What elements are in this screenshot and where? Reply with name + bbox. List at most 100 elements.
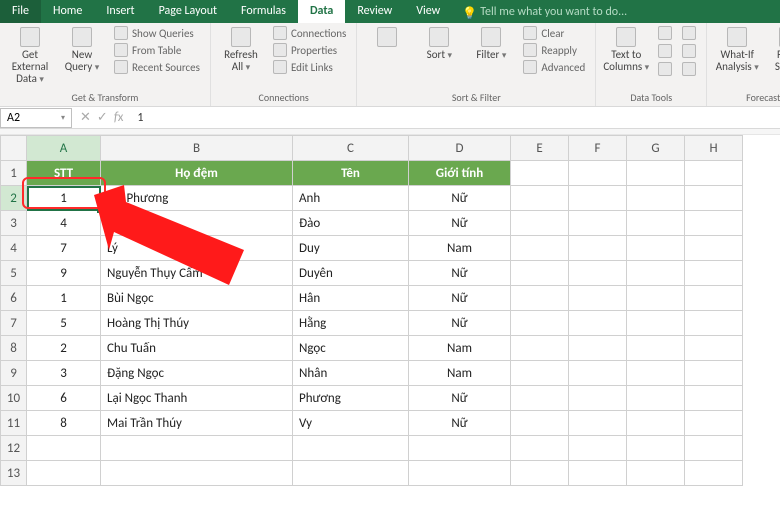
rowhead-2[interactable]: 2: [1, 186, 27, 211]
filter-button[interactable]: Filter ▾: [467, 25, 515, 63]
cell-D11[interactable]: Nữ: [409, 411, 511, 436]
cell-A2[interactable]: 1: [27, 186, 101, 211]
rowhead-3[interactable]: 3: [1, 211, 27, 236]
cell-E10[interactable]: [511, 386, 569, 411]
cell-D5[interactable]: Nữ: [409, 261, 511, 286]
cell-D8[interactable]: Nam: [409, 336, 511, 361]
cell-E12[interactable]: [511, 436, 569, 461]
cell-B3[interactable]: Đào Hồng: [101, 211, 293, 236]
cell-B2[interactable]: Phí Phương: [101, 186, 293, 211]
cell-C2[interactable]: Anh: [293, 186, 409, 211]
cell-F1[interactable]: [569, 161, 627, 186]
cell-F11[interactable]: [569, 411, 627, 436]
cell-C8[interactable]: Ngọc: [293, 336, 409, 361]
cell-E1[interactable]: [511, 161, 569, 186]
rowhead-10[interactable]: 10: [1, 386, 27, 411]
menu-review[interactable]: Review: [345, 0, 404, 23]
rowhead-9[interactable]: 9: [1, 361, 27, 386]
colhead-C[interactable]: C: [293, 136, 409, 161]
cell-C12[interactable]: [293, 436, 409, 461]
cell-G8[interactable]: [627, 336, 685, 361]
cell-D9[interactable]: Nam: [409, 361, 511, 386]
cell-F10[interactable]: [569, 386, 627, 411]
cell-H8[interactable]: [685, 336, 743, 361]
cell-E9[interactable]: [511, 361, 569, 386]
cell-D6[interactable]: Nữ: [409, 286, 511, 311]
rowhead-12[interactable]: 12: [1, 436, 27, 461]
cell-A8[interactable]: 2: [27, 336, 101, 361]
cell-A6[interactable]: 1: [27, 286, 101, 311]
colhead-G[interactable]: G: [627, 136, 685, 161]
cell-H10[interactable]: [685, 386, 743, 411]
cell-D3[interactable]: Nữ: [409, 211, 511, 236]
cell-B4[interactable]: Lý: [101, 236, 293, 261]
cell-E11[interactable]: [511, 411, 569, 436]
cell-F9[interactable]: [569, 361, 627, 386]
menu-page-layout[interactable]: Page Layout: [147, 0, 229, 23]
cell-B5[interactable]: Nguyễn Thụy Cẩm: [101, 261, 293, 286]
cell-C5[interactable]: Duyên: [293, 261, 409, 286]
cell-H9[interactable]: [685, 361, 743, 386]
colhead-H[interactable]: H: [685, 136, 743, 161]
cell-C7[interactable]: Hằng: [293, 311, 409, 336]
cell-B12[interactable]: [101, 436, 293, 461]
cell-F4[interactable]: [569, 236, 627, 261]
connections-button[interactable]: Connections: [269, 25, 350, 41]
name-box[interactable]: A2 ▾: [0, 108, 72, 128]
cell-A4[interactable]: 7: [27, 236, 101, 261]
cancel-icon[interactable]: ✕: [80, 110, 91, 125]
cell-G9[interactable]: [627, 361, 685, 386]
fx-icon[interactable]: fx: [114, 110, 124, 125]
cell-E3[interactable]: [511, 211, 569, 236]
menu-file[interactable]: File: [0, 0, 41, 23]
cell-B11[interactable]: Mai Trần Thúy: [101, 411, 293, 436]
cell-A13[interactable]: [27, 461, 101, 486]
get-external-data-button[interactable]: Get ExternalData ▾: [6, 25, 54, 87]
cell-H12[interactable]: [685, 436, 743, 461]
new-query-button[interactable]: NewQuery ▾: [58, 25, 106, 75]
cell-C3[interactable]: Đào: [293, 211, 409, 236]
cell-D13[interactable]: [409, 461, 511, 486]
manage-model-button[interactable]: [678, 61, 700, 77]
rowhead-11[interactable]: 11: [1, 411, 27, 436]
remove-duplicates-button[interactable]: [678, 25, 700, 41]
cell-G11[interactable]: [627, 411, 685, 436]
rowhead-4[interactable]: 4: [1, 236, 27, 261]
edit-links-button[interactable]: Edit Links: [269, 59, 350, 75]
cell-A9[interactable]: 3: [27, 361, 101, 386]
cell-B7[interactable]: Hoàng Thị Thúy: [101, 311, 293, 336]
cell-F8[interactable]: [569, 336, 627, 361]
cell-A10[interactable]: 6: [27, 386, 101, 411]
cell-C1[interactable]: Tên: [293, 161, 409, 186]
cell-F6[interactable]: [569, 286, 627, 311]
cell-E7[interactable]: [511, 311, 569, 336]
cell-D1[interactable]: Giới tính: [409, 161, 511, 186]
cell-D10[interactable]: Nữ: [409, 386, 511, 411]
menu-formulas[interactable]: Formulas: [229, 0, 298, 23]
cell-H11[interactable]: [685, 411, 743, 436]
data-validation-button[interactable]: [654, 43, 676, 59]
rowhead-8[interactable]: 8: [1, 336, 27, 361]
cell-G7[interactable]: [627, 311, 685, 336]
cell-G12[interactable]: [627, 436, 685, 461]
cell-A11[interactable]: 8: [27, 411, 101, 436]
menu-home[interactable]: Home: [41, 0, 94, 23]
cell-C10[interactable]: Phương: [293, 386, 409, 411]
cell-G10[interactable]: [627, 386, 685, 411]
cell-E13[interactable]: [511, 461, 569, 486]
cell-G13[interactable]: [627, 461, 685, 486]
cell-D7[interactable]: Nữ: [409, 311, 511, 336]
flash-fill-button[interactable]: [654, 25, 676, 41]
forecast-sheet-button[interactable]: ForecShee ▾: [765, 25, 780, 75]
cell-E5[interactable]: [511, 261, 569, 286]
colhead-D[interactable]: D: [409, 136, 511, 161]
cell-H1[interactable]: [685, 161, 743, 186]
cell-A3[interactable]: 4: [27, 211, 101, 236]
cell-B8[interactable]: Chu Tuấn: [101, 336, 293, 361]
cell-B9[interactable]: Đặng Ngọc: [101, 361, 293, 386]
rowhead-7[interactable]: 7: [1, 311, 27, 336]
recent-sources-button[interactable]: Recent Sources: [110, 59, 204, 75]
rowhead-1[interactable]: 1: [1, 161, 27, 186]
menu-insert[interactable]: Insert: [94, 0, 146, 23]
cell-B6[interactable]: Bùi Ngọc: [101, 286, 293, 311]
